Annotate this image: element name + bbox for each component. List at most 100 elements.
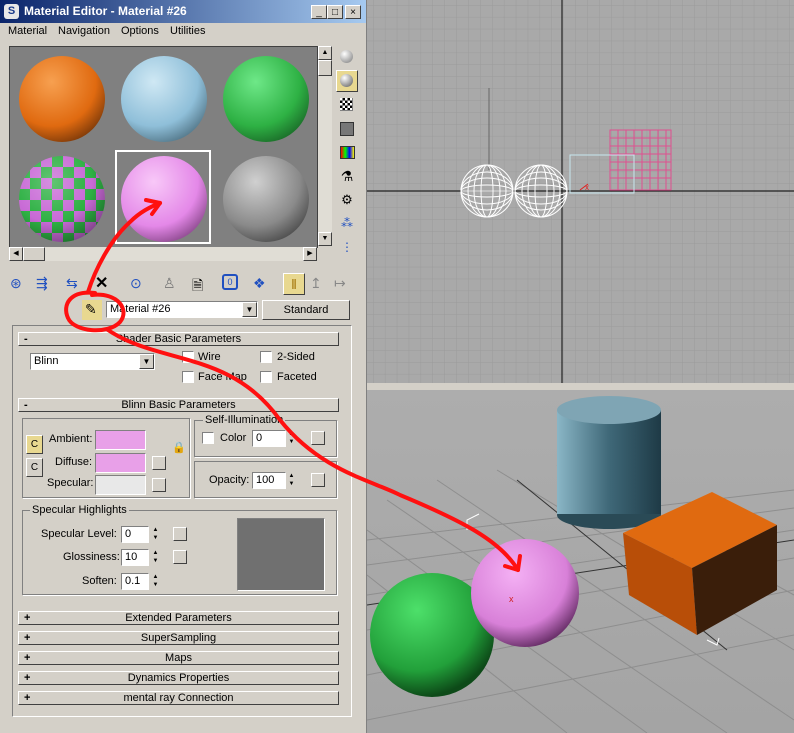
wire-checkbox[interactable] xyxy=(182,351,194,363)
pink-sphere xyxy=(471,539,579,647)
select-by-material-icon[interactable]: ⁂ xyxy=(336,216,358,238)
sample-slot-5-active[interactable] xyxy=(114,149,212,245)
scroll-thumb[interactable] xyxy=(318,60,332,76)
specular-map-button[interactable] xyxy=(152,478,166,492)
sample-type-icon[interactable] xyxy=(336,46,358,68)
wire-label: Wire xyxy=(198,351,221,363)
sample-slot-4[interactable] xyxy=(12,149,110,245)
faceted-checkbox[interactable] xyxy=(260,371,272,383)
eyedropper-icon: ✎ xyxy=(85,301,97,317)
go-to-parent-icon[interactable]: ↥ xyxy=(310,275,322,292)
shader-basic-rollout-header[interactable]: - Shader Basic Parameters xyxy=(18,332,339,346)
extended-parameters-rollout[interactable]: + Extended Parameters xyxy=(18,611,339,625)
glossiness-map-button[interactable] xyxy=(173,550,187,564)
specular-level-map-button[interactable] xyxy=(173,527,187,541)
lock-icon[interactable]: 🔒 xyxy=(172,441,186,454)
background-checker-icon[interactable] xyxy=(336,94,358,116)
dynamics-properties-rollout[interactable]: + Dynamics Properties xyxy=(18,671,339,685)
opacity-label: Opacity: xyxy=(209,474,250,486)
soften-input[interactable]: 0.1 xyxy=(121,573,149,590)
make-preview-icon[interactable]: ⚗ xyxy=(336,168,358,190)
make-copy-icon[interactable]: ⊙ xyxy=(130,275,142,292)
show-end-result-icon[interactable]: ‖ xyxy=(283,273,305,295)
app-icon: S xyxy=(4,4,19,19)
two-sided-label: 2-Sided xyxy=(277,351,315,363)
diffuse-label: Diffuse: xyxy=(55,456,93,468)
pick-material-eyedropper-button[interactable]: ✎ xyxy=(82,300,102,320)
menu-navigation[interactable]: Navigation xyxy=(58,25,110,37)
scroll-right-button[interactable]: ▶ xyxy=(303,247,317,261)
uv-tiling-icon[interactable] xyxy=(336,118,358,140)
opacity-map-button[interactable] xyxy=(311,473,325,487)
svg-text:x: x xyxy=(509,594,514,604)
scroll-down-button[interactable]: ▼ xyxy=(318,232,332,246)
options-icon[interactable]: ⚙ xyxy=(336,192,358,214)
viewport-separator[interactable] xyxy=(367,383,794,390)
scroll-left-button[interactable]: ◀ xyxy=(9,247,23,261)
sample-slot-1[interactable] xyxy=(12,49,110,145)
chevron-down-icon[interactable]: ▼ xyxy=(139,354,154,369)
mental-ray-connection-rollout[interactable]: + mental ray Connection xyxy=(18,691,339,705)
specular-level-spinner[interactable]: ▲ ▼ xyxy=(151,526,160,543)
close-button[interactable]: × xyxy=(345,5,361,19)
lock-diffuse-specular-button[interactable]: C xyxy=(26,458,43,477)
diffuse-color-swatch[interactable] xyxy=(95,453,146,473)
backlight-icon[interactable] xyxy=(336,70,358,92)
title-bar[interactable]: S Material Editor - Material #26 _ □ × xyxy=(0,0,366,23)
menu-options[interactable]: Options xyxy=(121,25,159,37)
soften-label: Soften: xyxy=(82,575,117,587)
sample-slot-3[interactable] xyxy=(216,49,314,145)
sample-slot-6[interactable] xyxy=(216,149,314,245)
opacity-spinner[interactable]: ▲ ▼ xyxy=(287,472,296,489)
put-to-scene-icon[interactable]: ⇶ xyxy=(36,275,48,292)
scroll-up-button[interactable]: ▲ xyxy=(318,46,332,60)
self-illum-map-button[interactable] xyxy=(311,431,325,445)
specular-color-swatch[interactable] xyxy=(95,475,146,495)
glossiness-spinner[interactable]: ▲ ▼ xyxy=(151,549,160,566)
make-unique-icon[interactable]: ♙ xyxy=(163,275,176,292)
self-illum-color-checkbox[interactable] xyxy=(202,432,214,444)
ambient-color-swatch[interactable] xyxy=(95,430,146,450)
sample-slot-2[interactable] xyxy=(114,49,212,145)
diffuse-map-button[interactable] xyxy=(152,456,166,470)
maps-rollout[interactable]: + Maps xyxy=(18,651,339,665)
h-scroll-thumb[interactable] xyxy=(23,247,45,261)
shader-type-dropdown[interactable]: Blinn ▼ xyxy=(30,353,155,370)
minimize-button[interactable]: _ xyxy=(311,5,327,19)
reset-map-icon[interactable]: ✕ xyxy=(95,273,108,293)
specular-level-input[interactable]: 0 xyxy=(121,526,149,543)
maximize-button[interactable]: □ xyxy=(327,5,343,19)
self-illum-color-label: Color xyxy=(220,432,247,444)
chevron-down-icon[interactable]: ▼ xyxy=(242,302,257,317)
two-sided-checkbox[interactable] xyxy=(260,351,272,363)
soften-spinner[interactable]: ▲ ▼ xyxy=(151,573,160,590)
face-map-checkbox[interactable] xyxy=(182,371,194,383)
menu-material[interactable]: Material xyxy=(8,25,47,37)
material-type-button[interactable]: Standard xyxy=(262,300,350,320)
top-viewport[interactable]: x xyxy=(367,0,794,383)
show-map-in-viewport-icon[interactable]: ❖ xyxy=(253,275,266,292)
opacity-input[interactable]: 100 xyxy=(252,472,286,489)
self-illum-spinner[interactable]: ▲ ▼ xyxy=(287,430,296,447)
get-material-icon[interactable]: ⊛ xyxy=(10,275,22,292)
supersampling-rollout[interactable]: + SuperSampling xyxy=(18,631,339,645)
slots-horizontal-scrollbar[interactable]: ◀ ▶ xyxy=(9,247,317,261)
material-name-dropdown[interactable]: Material #26 ▼ xyxy=(106,301,258,318)
rollout-title: Extended Parameters xyxy=(125,612,232,624)
specular-label: Specular: xyxy=(47,477,94,489)
material-name-value: Material #26 xyxy=(110,303,171,315)
assign-to-selection-icon[interactable]: ⇆ xyxy=(66,275,78,292)
material-effects-channel-icon[interactable]: 0 xyxy=(222,274,238,290)
glossiness-input[interactable]: 10 xyxy=(121,549,149,566)
video-color-check-icon[interactable] xyxy=(336,142,358,164)
material-navigator-icon[interactable]: ⋮ xyxy=(336,240,358,262)
go-forward-sibling-icon[interactable]: ↦ xyxy=(334,275,346,292)
lock-ambient-diffuse-button[interactable]: C xyxy=(26,435,43,454)
perspective-viewport[interactable]: x xyxy=(367,390,794,733)
self-illum-value-input[interactable]: 0 xyxy=(252,430,286,447)
put-to-library-icon[interactable]: 🗎 xyxy=(192,275,203,299)
blinn-basic-rollout-header[interactable]: - Blinn Basic Parameters xyxy=(18,398,339,412)
shader-type-value: Blinn xyxy=(34,355,59,367)
menu-utilities[interactable]: Utilities xyxy=(170,25,205,37)
slots-vertical-scrollbar[interactable]: ▲ ▼ xyxy=(318,46,332,246)
